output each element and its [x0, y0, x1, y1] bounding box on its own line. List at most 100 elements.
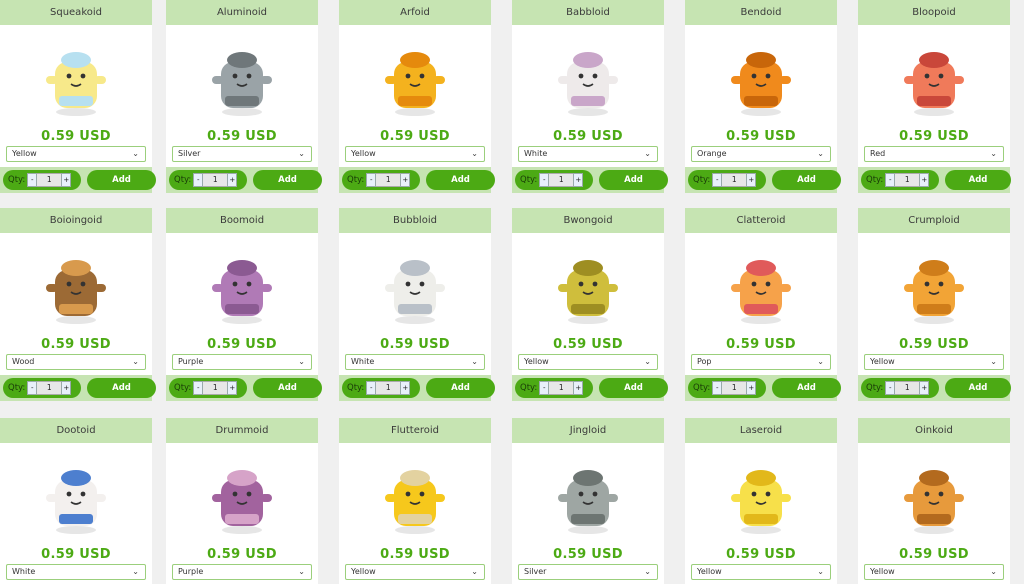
- product-image[interactable]: [0, 241, 152, 331]
- qty-increment-button[interactable]: +: [746, 173, 757, 187]
- add-to-cart-button[interactable]: Add: [945, 170, 1011, 190]
- qty-increment-button[interactable]: +: [227, 173, 238, 187]
- product-image[interactable]: [512, 241, 664, 331]
- product-name[interactable]: Bubbloid: [339, 208, 491, 233]
- qty-decrement-button[interactable]: -: [539, 173, 550, 187]
- add-to-cart-button[interactable]: Add: [87, 378, 156, 398]
- color-select[interactable]: Yellow ⌄: [345, 146, 485, 162]
- product-name[interactable]: Babbloid: [512, 0, 664, 25]
- color-select[interactable]: White ⌄: [345, 354, 485, 370]
- product-name[interactable]: Crumploid: [858, 208, 1010, 233]
- qty-input[interactable]: 1: [37, 381, 62, 395]
- qty-input[interactable]: 1: [895, 173, 920, 187]
- product-image[interactable]: [166, 241, 318, 331]
- color-select[interactable]: Pop ⌄: [691, 354, 831, 370]
- product-image[interactable]: [339, 33, 491, 123]
- color-select[interactable]: Purple ⌄: [172, 564, 312, 580]
- qty-increment-button[interactable]: +: [746, 381, 757, 395]
- product-image[interactable]: [685, 451, 837, 541]
- qty-input[interactable]: 1: [722, 173, 747, 187]
- qty-decrement-button[interactable]: -: [27, 381, 38, 395]
- qty-decrement-button[interactable]: -: [366, 173, 377, 187]
- add-to-cart-button[interactable]: Add: [945, 378, 1011, 398]
- product-name[interactable]: Flutteroid: [339, 418, 491, 443]
- product-image[interactable]: [339, 241, 491, 331]
- color-select[interactable]: White ⌄: [6, 564, 146, 580]
- product-image[interactable]: [166, 451, 318, 541]
- add-to-cart-button[interactable]: Add: [87, 170, 156, 190]
- qty-decrement-button[interactable]: -: [885, 173, 896, 187]
- product-image[interactable]: [0, 451, 152, 541]
- qty-decrement-button[interactable]: -: [193, 173, 204, 187]
- product-name[interactable]: Clatteroid: [685, 208, 837, 233]
- product-name[interactable]: Squeakoid: [0, 0, 152, 25]
- product-name[interactable]: Laseroid: [685, 418, 837, 443]
- product-name[interactable]: Bwongoid: [512, 208, 664, 233]
- add-to-cart-button[interactable]: Add: [599, 170, 668, 190]
- product-name[interactable]: Jingloid: [512, 418, 664, 443]
- color-select[interactable]: Yellow ⌄: [691, 564, 831, 580]
- qty-input[interactable]: 1: [203, 173, 228, 187]
- qty-increment-button[interactable]: +: [227, 381, 238, 395]
- add-to-cart-button[interactable]: Add: [253, 170, 322, 190]
- qty-input[interactable]: 1: [376, 381, 401, 395]
- product-image[interactable]: [685, 241, 837, 331]
- color-select[interactable]: Orange ⌄: [691, 146, 831, 162]
- product-name[interactable]: Bendoid: [685, 0, 837, 25]
- qty-input[interactable]: 1: [549, 173, 574, 187]
- add-to-cart-button[interactable]: Add: [599, 378, 668, 398]
- qty-increment-button[interactable]: +: [573, 173, 584, 187]
- color-select[interactable]: Yellow ⌄: [345, 564, 485, 580]
- color-select[interactable]: Yellow ⌄: [864, 354, 1004, 370]
- qty-increment-button[interactable]: +: [400, 381, 411, 395]
- qty-decrement-button[interactable]: -: [712, 173, 723, 187]
- qty-input[interactable]: 1: [895, 381, 920, 395]
- qty-input[interactable]: 1: [549, 381, 574, 395]
- color-select[interactable]: Wood ⌄: [6, 354, 146, 370]
- qty-increment-button[interactable]: +: [919, 173, 930, 187]
- qty-increment-button[interactable]: +: [919, 381, 930, 395]
- qty-decrement-button[interactable]: -: [193, 381, 204, 395]
- product-image[interactable]: [339, 451, 491, 541]
- qty-decrement-button[interactable]: -: [27, 173, 38, 187]
- product-name[interactable]: Boomoid: [166, 208, 318, 233]
- qty-increment-button[interactable]: +: [61, 381, 72, 395]
- color-select[interactable]: Purple ⌄: [172, 354, 312, 370]
- add-to-cart-button[interactable]: Add: [426, 170, 495, 190]
- product-name[interactable]: Boioingoid: [0, 208, 152, 233]
- product-name[interactable]: Bloopoid: [858, 0, 1010, 25]
- qty-decrement-button[interactable]: -: [539, 381, 550, 395]
- add-to-cart-button[interactable]: Add: [253, 378, 322, 398]
- product-name[interactable]: Arfoid: [339, 0, 491, 25]
- qty-input[interactable]: 1: [37, 173, 62, 187]
- qty-input[interactable]: 1: [722, 381, 747, 395]
- product-name[interactable]: Dootoid: [0, 418, 152, 443]
- product-image[interactable]: [512, 33, 664, 123]
- add-to-cart-button[interactable]: Add: [426, 378, 495, 398]
- product-image[interactable]: [858, 241, 1010, 331]
- product-name[interactable]: Aluminoid: [166, 0, 318, 25]
- color-select[interactable]: Yellow ⌄: [6, 146, 146, 162]
- qty-increment-button[interactable]: +: [400, 173, 411, 187]
- color-select[interactable]: Silver ⌄: [172, 146, 312, 162]
- color-select[interactable]: Silver ⌄: [518, 564, 658, 580]
- product-image[interactable]: [858, 33, 1010, 123]
- product-image[interactable]: [512, 451, 664, 541]
- qty-decrement-button[interactable]: -: [712, 381, 723, 395]
- qty-input[interactable]: 1: [376, 173, 401, 187]
- qty-decrement-button[interactable]: -: [366, 381, 377, 395]
- product-name[interactable]: Oinkoid: [858, 418, 1010, 443]
- add-to-cart-button[interactable]: Add: [772, 170, 841, 190]
- color-select[interactable]: Yellow ⌄: [518, 354, 658, 370]
- qty-input[interactable]: 1: [203, 381, 228, 395]
- product-image[interactable]: [858, 451, 1010, 541]
- qty-decrement-button[interactable]: -: [885, 381, 896, 395]
- color-select[interactable]: White ⌄: [518, 146, 658, 162]
- qty-increment-button[interactable]: +: [573, 381, 584, 395]
- product-image[interactable]: [166, 33, 318, 123]
- product-image[interactable]: [685, 33, 837, 123]
- product-image[interactable]: [0, 33, 152, 123]
- qty-increment-button[interactable]: +: [61, 173, 72, 187]
- color-select[interactable]: Red ⌄: [864, 146, 1004, 162]
- add-to-cart-button[interactable]: Add: [772, 378, 841, 398]
